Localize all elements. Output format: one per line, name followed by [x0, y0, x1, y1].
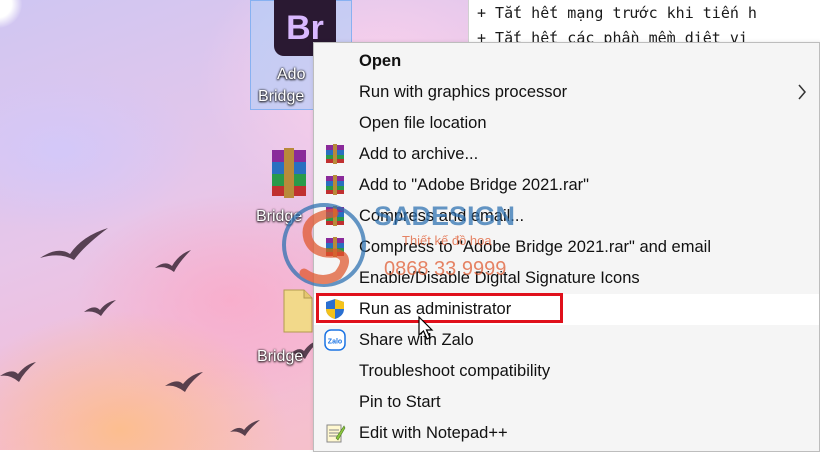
- file-icon[interactable]: [282, 288, 314, 334]
- menu-item-label: Troubleshoot compatibility: [359, 362, 551, 380]
- desktop-icon-label: Bridge: [256, 208, 303, 225]
- menu-item-label: Add to "Adobe Bridge 2021.rar": [359, 176, 590, 194]
- menu-item-digital-signature-icons[interactable]: Enable/Disable Digital Signature Icons: [314, 263, 819, 294]
- winrar-archive-icon[interactable]: [270, 148, 310, 198]
- menu-item-label: Edit with Notepad++: [359, 424, 508, 442]
- winrar-icon: [326, 237, 344, 257]
- winrar-icon: [326, 175, 344, 195]
- menu-item-open-file-location[interactable]: Open file location: [314, 108, 819, 139]
- zalo-icon: Zalo: [324, 329, 346, 351]
- bird-silhouette: [0, 362, 36, 382]
- menu-item-label: Compress and email...: [359, 207, 525, 225]
- desktop-icon-label: Ado: [277, 66, 306, 83]
- menu-item-label: Add to archive...: [359, 145, 479, 163]
- menu-item-label: Open: [359, 52, 402, 70]
- chevron-right-icon: [798, 84, 806, 100]
- menu-item-add-to-rar[interactable]: Add to "Adobe Bridge 2021.rar": [314, 170, 819, 201]
- menu-item-label: Compress to "Adobe Bridge 2021.rar" and …: [359, 238, 711, 256]
- context-menu: Open Run with graphics processor Open fi…: [313, 42, 820, 452]
- desktop-icon-label: Bridge: [258, 88, 305, 105]
- console-line: + Tắt hết mạng trước khi tiến h: [477, 4, 757, 22]
- bird-silhouette: [165, 372, 203, 392]
- menu-item-label: Pin to Start: [359, 393, 441, 411]
- bird-silhouette: [230, 420, 260, 436]
- highlight-box: [316, 293, 563, 323]
- menu-item-share-with-zalo[interactable]: Zalo Share with Zalo: [314, 325, 819, 356]
- menu-item-run-with-graphics-processor[interactable]: Run with graphics processor: [314, 77, 819, 108]
- menu-item-add-to-archive[interactable]: Add to archive...: [314, 139, 819, 170]
- menu-item-label: Share with Zalo: [359, 331, 474, 349]
- menu-item-compress-to-rar-and-email[interactable]: Compress to "Adobe Bridge 2021.rar" and …: [314, 232, 819, 263]
- desktop-icon-label: Bridge: [257, 348, 304, 365]
- menu-item-troubleshoot-compatibility[interactable]: Troubleshoot compatibility: [314, 356, 819, 387]
- svg-text:Zalo: Zalo: [328, 339, 342, 346]
- menu-item-label: Run with graphics processor: [359, 83, 568, 101]
- menu-item-label: Open file location: [359, 114, 487, 132]
- menu-item-edit-with-notepad-plus-plus[interactable]: Edit with Notepad++: [314, 418, 819, 449]
- moon-decoration: [0, 0, 22, 28]
- menu-item-open[interactable]: Open: [314, 46, 819, 77]
- bird-silhouette: [40, 228, 108, 260]
- notepad-plus-plus-icon: [326, 424, 346, 443]
- winrar-icon: [326, 206, 344, 226]
- bird-silhouette: [155, 250, 191, 272]
- mouse-cursor-icon: [418, 316, 434, 340]
- bird-silhouette: [84, 300, 116, 316]
- menu-item-compress-and-email[interactable]: Compress and email...: [314, 201, 819, 232]
- menu-item-label: Enable/Disable Digital Signature Icons: [359, 269, 640, 287]
- winrar-icon: [326, 144, 344, 164]
- menu-item-pin-to-start[interactable]: Pin to Start: [314, 387, 819, 418]
